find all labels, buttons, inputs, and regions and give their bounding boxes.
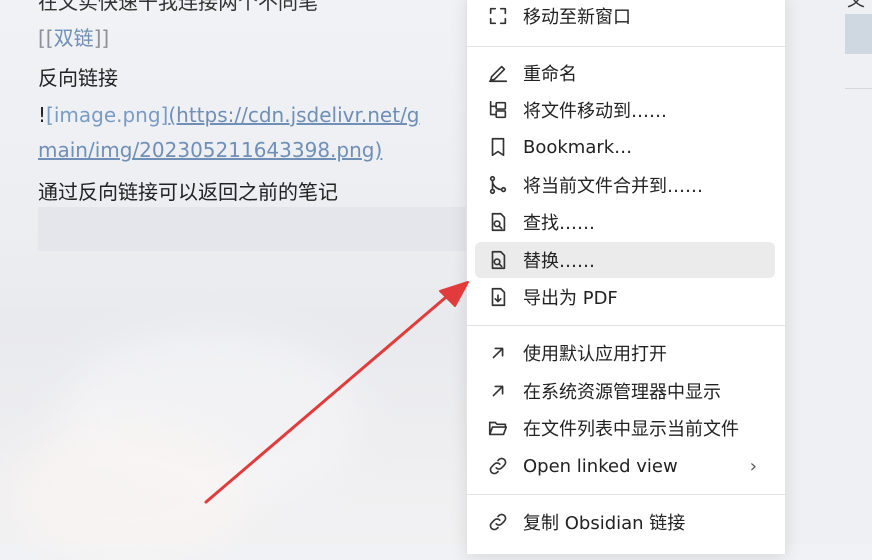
editor-line-cut: 在文实快速干我连接两个不同笔 — [38, 0, 318, 14]
image-alt-text[interactable]: [image.png] — [46, 103, 168, 127]
menu-item-export-pdf[interactable]: 导出为 PDF — [475, 279, 775, 315]
menu-item-copy-obsidian-link[interactable]: 复制 Obsidian 链接 — [475, 504, 775, 540]
right-sidebar-tab[interactable] — [845, 14, 872, 54]
menu-item-label: 在文件列表中显示当前文件 — [523, 419, 739, 440]
menu-item-reveal-in-file-list[interactable]: 在文件列表中显示当前文件 — [475, 410, 775, 446]
menu-item-find[interactable]: 查找…… — [475, 204, 775, 240]
image-url[interactable]: (https://cdn.jsdelivr.net/g — [168, 103, 419, 127]
menu-item-open-linked-view[interactable]: Open linked view › — [475, 448, 775, 484]
menu-item-rename[interactable]: 重命名 — [475, 55, 775, 91]
image-url-tail[interactable]: main/img/202305211643398.png) — [38, 138, 382, 162]
menu-item-label: Bookmark… — [523, 136, 633, 158]
menu-separator — [467, 46, 785, 47]
editor-pane[interactable]: 在文实快速干我连接两个不同笔 [[双链]] 反向链接 ![image.png](… — [0, 0, 470, 544]
menu-item-label: 导出为 PDF — [523, 288, 618, 309]
right-sidebar: 文件 — [785, 0, 872, 544]
git-merge-icon — [487, 174, 509, 196]
context-menu: 移动至新窗口 重命名 将文件移动到…… Bookmark… 将当前文件合并到……… — [466, 0, 786, 554]
arrow-up-right-icon — [487, 342, 509, 364]
menu-item-label: 将当前文件合并到…… — [523, 176, 703, 197]
menu-item-label: 移动至新窗口 — [523, 7, 631, 28]
menu-item-show-in-explorer[interactable]: 在系统资源管理器中显示 — [475, 373, 775, 409]
backlinks-heading: 反向链接 — [38, 66, 118, 90]
menu-item-bookmark[interactable]: Bookmark… — [475, 129, 775, 165]
bookmark-icon — [487, 136, 509, 158]
expand-icon — [487, 5, 509, 27]
image-url-continued[interactable]: main/img/202305211643398.png) — [38, 138, 382, 162]
file-download-icon — [487, 286, 509, 308]
active-line-highlight[interactable] — [38, 207, 470, 251]
menu-item-label: 重命名 — [523, 64, 577, 85]
menu-item-label: 在系统资源管理器中显示 — [523, 382, 721, 403]
image-embed-line[interactable]: ![image.png](https://cdn.jsdelivr.net/g — [38, 103, 420, 127]
pencil-icon — [487, 62, 509, 84]
arrow-up-right-icon — [487, 380, 509, 402]
menu-item-label: 使用默认应用打开 — [523, 344, 667, 365]
menu-separator — [467, 494, 785, 495]
menu-item-open-default-app[interactable]: 使用默认应用打开 — [475, 335, 775, 371]
body-text: 通过反向链接可以返回之前的笔记 — [38, 180, 338, 204]
menu-item-label: Open linked view — [523, 455, 678, 477]
wikilink-close: ]] — [93, 26, 110, 50]
link-icon — [487, 511, 509, 533]
menu-item-merge-file[interactable]: 将当前文件合并到…… — [475, 167, 775, 203]
menu-item-label: 将文件移动到…… — [523, 101, 667, 122]
link-icon — [487, 455, 509, 477]
chevron-right-icon: › — [749, 455, 757, 477]
folder-tree-icon — [487, 99, 509, 121]
folder-open-icon — [487, 417, 509, 439]
wikilink-open: [[ — [38, 26, 54, 50]
file-search-icon — [487, 249, 509, 271]
file-search-icon — [487, 211, 509, 233]
wikilink-text[interactable]: 双链 — [54, 26, 94, 50]
wikilink-line[interactable]: [[双链]] — [38, 22, 109, 51]
menu-item-move-to-new-window[interactable]: 移动至新窗口 — [475, 0, 775, 34]
menu-item-label: 复制 Obsidian 链接 — [523, 513, 686, 534]
right-sidebar-divider — [845, 88, 872, 89]
menu-item-move-file[interactable]: 将文件移动到…… — [475, 92, 775, 128]
menu-item-label: 查找…… — [523, 213, 595, 234]
menu-item-replace[interactable]: 替换…… — [475, 242, 775, 278]
image-bang: ! — [38, 103, 47, 127]
menu-separator — [467, 325, 785, 326]
menu-item-label: 替换…… — [523, 251, 595, 272]
